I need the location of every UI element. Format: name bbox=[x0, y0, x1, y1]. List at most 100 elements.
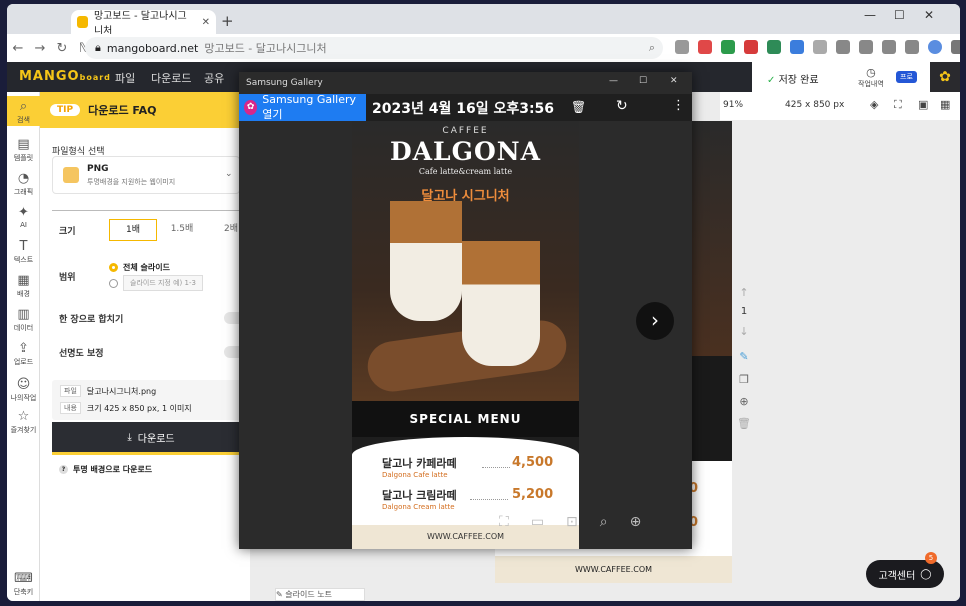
panel-header: TIP 다운로드 FAQ bbox=[40, 92, 250, 128]
panel-title[interactable]: 다운로드 FAQ bbox=[88, 102, 156, 118]
radio-selected bbox=[109, 263, 118, 272]
maximize-button[interactable]: ☐ bbox=[894, 8, 905, 22]
extension-green-icon[interactable] bbox=[721, 40, 735, 54]
lock-icon: 🔒︎ bbox=[95, 41, 101, 54]
menu-file[interactable]: 파일 bbox=[115, 70, 135, 86]
zoom-out-icon[interactable]: ⌕ bbox=[600, 514, 608, 530]
fit-icon[interactable]: ⛶ bbox=[894, 98, 902, 112]
more-icon[interactable]: ⋮ bbox=[672, 98, 685, 113]
rail-icon: ▥ bbox=[17, 307, 30, 322]
bg-footer: WWW.CAFFEE.COM bbox=[495, 556, 732, 583]
close-window-button[interactable]: ✕ bbox=[924, 8, 934, 22]
rail-item[interactable]: ⌨ 단축키 bbox=[7, 568, 40, 598]
png-icon bbox=[63, 167, 79, 183]
url-field[interactable]: 🔒︎ mangoboard.net 망고보드 - 달고나시그니처 ⌕ bbox=[85, 37, 663, 59]
menu-download[interactable]: 다운로드 bbox=[151, 70, 191, 86]
tab-bar: 망고보드 - 달고나시그니처 ✕ + — ☐ ✕ bbox=[7, 4, 960, 37]
menu-share[interactable]: 공유 bbox=[204, 70, 224, 86]
gallery-close[interactable]: ✕ bbox=[670, 76, 678, 86]
new-tab-button[interactable]: + bbox=[221, 12, 234, 30]
mango-favicon-icon bbox=[77, 16, 88, 28]
poster-caffee: CAFFEE bbox=[442, 126, 489, 136]
format-select[interactable]: PNG 투명배경을 지원하는 웹이미지 ⌄ bbox=[52, 156, 240, 194]
rail-item[interactable]: ⌕ 검색 bbox=[7, 96, 40, 126]
rail-icon: ⌨ bbox=[14, 571, 33, 586]
history-button[interactable]: ◷ 작업내역 bbox=[858, 66, 884, 89]
gallery-minimize[interactable]: — bbox=[609, 76, 618, 86]
transparent-help-link[interactable]: ? 투명 배경으로 다운로드 bbox=[59, 464, 152, 475]
extension-blue-icon[interactable] bbox=[790, 40, 804, 54]
reload-icon[interactable]: ↻ bbox=[51, 41, 73, 56]
trash-icon[interactable]: 🗑︎ bbox=[729, 417, 759, 430]
rail-label: 데이터 bbox=[13, 324, 34, 332]
settings-gear-icon[interactable]: ✿ bbox=[930, 62, 960, 92]
extension-red2-icon[interactable] bbox=[744, 40, 758, 54]
delete-icon[interactable]: 🗑︎ bbox=[571, 100, 586, 114]
grid-icon[interactable]: ▦ bbox=[940, 98, 950, 111]
magic-icon[interactable]: ✎ bbox=[729, 350, 759, 363]
forward-icon[interactable]: → bbox=[29, 41, 51, 56]
fullscreen-icon[interactable]: ⛶ bbox=[499, 514, 509, 530]
tool-rail: ⌕ 검색 ▤ 템플릿 ◔ 그래픽 ✦ AI T 텍스트 ▦ 배경 ▥ 데이터 ⇪ 업로드 ☺ 나의작업 ☆ 즐겨찾기 ⌨… bbox=[7, 92, 40, 601]
rail-icon: ⌕ bbox=[19, 99, 28, 114]
back-icon[interactable]: ← bbox=[7, 41, 29, 56]
canvas-size[interactable]: 425 x 850 px bbox=[785, 100, 844, 110]
mango-logo[interactable]: MANGOboard bbox=[19, 69, 111, 84]
rail-item[interactable]: ▥ 데이터 bbox=[7, 304, 40, 334]
range-input[interactable]: 슬라이드 지정 예) 1-3 bbox=[123, 275, 203, 291]
help-center-button[interactable]: 고객센터 ◯ bbox=[866, 560, 944, 588]
extension-gray-icon[interactable] bbox=[813, 40, 827, 54]
browser-tab[interactable]: 망고보드 - 달고나시그니처 ✕ bbox=[71, 10, 216, 37]
file-tag: 파일 bbox=[60, 385, 81, 397]
gallery-maximize[interactable]: ☐ bbox=[639, 76, 647, 86]
duplicate-icon[interactable]: ❐ bbox=[729, 373, 759, 386]
rail-item[interactable]: ☺ 나의작업 bbox=[7, 374, 40, 404]
close-tab-icon[interactable]: ✕ bbox=[202, 17, 210, 28]
clock-icon: ◷ bbox=[866, 66, 876, 79]
arrow-up-icon[interactable]: ↑ bbox=[729, 286, 759, 299]
sidepanel-icon[interactable] bbox=[905, 40, 919, 54]
rail-item[interactable]: ▦ 배경 bbox=[7, 270, 40, 300]
kebab-menu-icon[interactable] bbox=[951, 40, 960, 54]
rail-item[interactable]: ▤ 템플릿 bbox=[7, 134, 40, 164]
extension-red-icon[interactable] bbox=[698, 40, 712, 54]
menu-price: 4,500 bbox=[512, 455, 554, 470]
rotate-icon[interactable]: ↻ bbox=[616, 98, 628, 114]
layers-icon[interactable]: ◈ bbox=[870, 98, 878, 111]
rail-item[interactable]: ⇪ 업로드 bbox=[7, 338, 40, 368]
profile-avatar[interactable] bbox=[928, 40, 942, 54]
zoom-level[interactable]: 91% bbox=[723, 100, 743, 110]
minimize-button[interactable]: — bbox=[864, 8, 876, 22]
sharp-label: 선명도 보정 bbox=[59, 349, 104, 359]
rail-item[interactable]: ✦ AI bbox=[7, 202, 40, 232]
slideshow-icon[interactable]: ▭ bbox=[531, 514, 544, 530]
poster-subtitle: Cafe latte&cream latte bbox=[418, 167, 513, 176]
screenshot-icon[interactable] bbox=[882, 40, 896, 54]
zoom-lens-icon[interactable]: ⌕ bbox=[649, 41, 655, 55]
puzzle-icon[interactable] bbox=[675, 40, 689, 54]
range-all-option[interactable]: 전체 슬라이드 bbox=[109, 262, 170, 273]
size-1x-button[interactable]: 1배 bbox=[109, 219, 157, 241]
size-1-5x-button[interactable]: 1.5배 bbox=[158, 219, 206, 241]
add-slide-icon[interactable]: ⊕ bbox=[729, 395, 759, 408]
slide-note-button[interactable]: ✎ 슬라이드 노트 bbox=[275, 588, 365, 601]
arrow-down-icon[interactable]: ↓ bbox=[729, 325, 759, 338]
rail-item[interactable]: T 텍스트 bbox=[7, 236, 40, 266]
next-arrow-button[interactable]: › bbox=[636, 302, 674, 340]
rail-label: 배경 bbox=[17, 290, 30, 298]
extension-download-icon[interactable] bbox=[767, 40, 781, 54]
preview-icon[interactable]: ▣ bbox=[918, 98, 928, 111]
open-gallery-button[interactable]: ✿ Samsung Gallery 열기 bbox=[239, 93, 366, 121]
question-icon: ? bbox=[59, 465, 68, 474]
range-custom-option[interactable]: 슬라이드 지정 예) 1-3 bbox=[109, 275, 203, 291]
rail-icon: ✦ bbox=[18, 205, 29, 220]
rail-item[interactable]: ☆ 즐겨찾기 bbox=[7, 406, 40, 436]
plan-badge[interactable]: 프로 bbox=[896, 71, 917, 83]
fit-screen-icon[interactable]: ⊡ bbox=[566, 514, 578, 530]
share-icon[interactable] bbox=[859, 40, 873, 54]
downloads-icon[interactable] bbox=[836, 40, 850, 54]
zoom-in-icon[interactable]: ⊕ bbox=[630, 514, 642, 530]
rail-item[interactable]: ◔ 그래픽 bbox=[7, 168, 40, 198]
download-button[interactable]: ⤓ 다운로드 bbox=[52, 422, 250, 452]
size-label: 크기 bbox=[59, 227, 76, 237]
